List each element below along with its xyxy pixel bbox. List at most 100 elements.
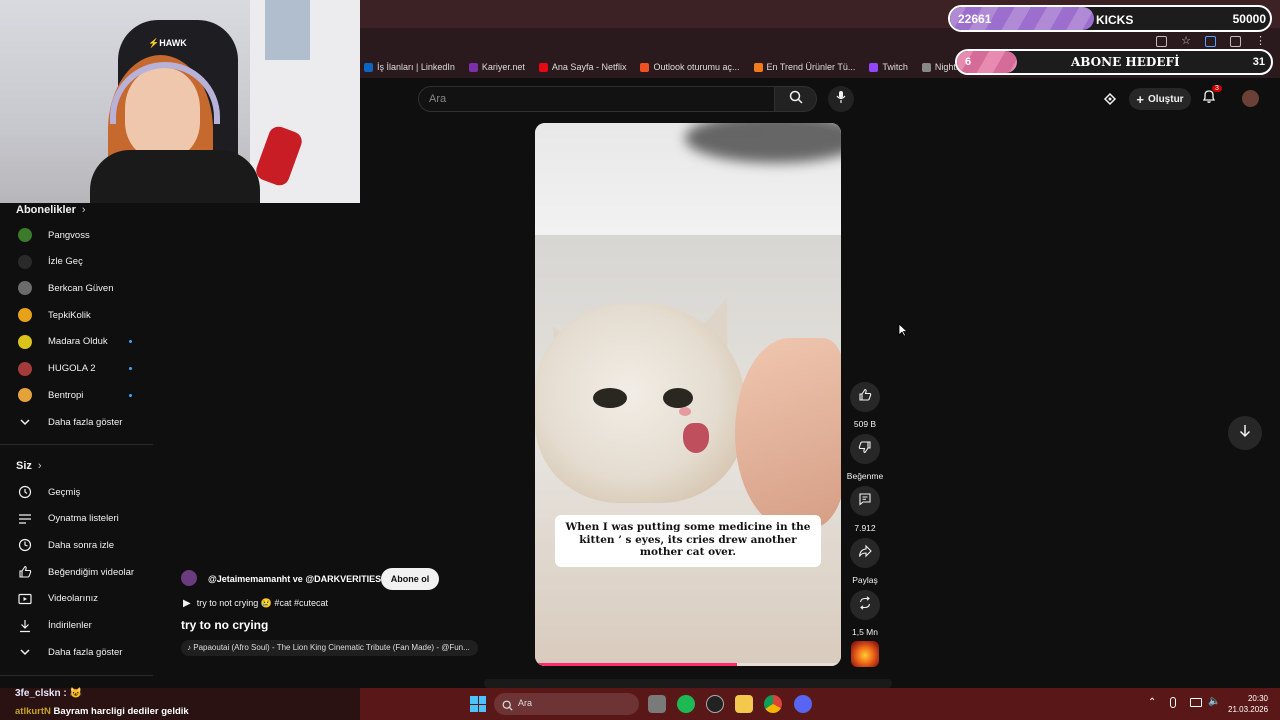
tray-chevron-up-icon[interactable]: ⌃ — [1148, 697, 1156, 708]
you-header[interactable]: Siz › — [16, 460, 42, 472]
sidebar-item-label: İzle Geç — [48, 256, 83, 268]
channel-avatar — [17, 388, 32, 403]
sidebar-subscription-item[interactable]: Pangvoss — [0, 222, 153, 248]
chevron-down-icon — [17, 415, 32, 430]
extension-icon[interactable] — [1205, 36, 1216, 47]
notifications-button[interactable]: 3 — [1201, 85, 1222, 108]
like-button[interactable] — [850, 382, 880, 412]
sidebar-item-label: İndirilenler — [48, 620, 92, 631]
chair-logo: ⚡HAWK — [148, 38, 187, 48]
task-view-icon[interactable] — [648, 695, 666, 713]
kicks-goal-bar: 22661 KICKS 50000 — [948, 5, 1272, 32]
spotify-icon[interactable] — [677, 695, 695, 713]
bookmark-item[interactable]: Kariyer.net — [468, 62, 525, 72]
search-icon — [502, 698, 513, 716]
thumbs-up-icon — [858, 388, 872, 407]
comment-icon — [858, 492, 872, 511]
sound-thumbnail[interactable] — [851, 641, 879, 667]
bookmark-item[interactable]: Outlook oturumu aç... — [640, 62, 740, 72]
search-button[interactable] — [775, 86, 817, 112]
tray-mic-icon[interactable] — [1170, 697, 1176, 708]
dislike-button[interactable] — [850, 434, 880, 464]
progress-bar[interactable] — [535, 663, 737, 666]
webcam-feed: ⚡HAWK — [0, 0, 360, 203]
channel-avatar[interactable] — [181, 570, 197, 586]
bookmark-favicon-icon — [364, 62, 373, 72]
share-action[interactable]: Paylaş — [849, 538, 881, 585]
video-description[interactable]: ▶ try to not crying 😢 #cat #cutecat — [183, 598, 328, 609]
sidebar-item-label: Videolarınız — [48, 593, 98, 605]
new-content-dot — [129, 340, 132, 344]
sidebar-you-item[interactable]: Videolarınız — [0, 586, 153, 612]
subscriptions-header[interactable]: Abonelikler › — [16, 204, 86, 216]
bookmark-item[interactable]: Ana Sayfa - Netflix — [538, 62, 627, 72]
create-post-icon[interactable] — [1102, 91, 1118, 107]
discord-icon[interactable] — [794, 695, 812, 713]
file-explorer-icon[interactable] — [735, 695, 753, 713]
sidebar-subscription-item[interactable]: Madara Olduk — [0, 329, 153, 355]
comment-action[interactable]: 7.912 — [849, 486, 881, 533]
menu-icon[interactable]: ⋮ — [1255, 36, 1266, 47]
download-icon — [17, 618, 32, 633]
bookmark-favicon-icon — [640, 62, 650, 72]
sidebar-subscription-item[interactable]: İzle Geç — [0, 249, 153, 275]
search-input[interactable]: Ara — [418, 86, 775, 112]
create-button[interactable]: + Oluştur — [1129, 88, 1191, 110]
sidebar-subscription-item[interactable]: Bentropi — [0, 382, 153, 408]
sidebar-you-item[interactable]: İndirilenler — [0, 613, 153, 639]
comment-button[interactable] — [850, 486, 880, 516]
subscriptions-title: Abonelikler — [16, 204, 76, 216]
tray-speaker-icon[interactable]: 🔈 — [1208, 696, 1220, 707]
sub-label: ABONE HEDEFİ — [1071, 55, 1180, 69]
arrow-down-icon — [1238, 424, 1252, 443]
thumbs-down-icon — [858, 440, 872, 459]
windows-start-icon[interactable] — [470, 696, 486, 712]
show-more-subscriptions[interactable]: Daha fazla göster — [0, 409, 153, 435]
show-more-you[interactable]: Daha fazla göster — [0, 639, 153, 665]
sidebar-you-item[interactable]: Oynatma listeleri — [0, 506, 153, 532]
sidebar-subscription-item[interactable]: TepkiKolik — [0, 302, 153, 328]
video-title[interactable]: try to no crying — [181, 618, 268, 632]
clock-time: 20:30 — [1247, 694, 1268, 703]
channel-avatar — [17, 361, 32, 376]
install-icon[interactable] — [1156, 36, 1168, 47]
bookmark-item[interactable]: İş İlanları | LinkedIn — [364, 62, 455, 72]
chevron-down-icon — [17, 645, 32, 660]
music-chip[interactable]: ♪ Papaoutai (Afro Soul) - The Lion King … — [181, 640, 478, 656]
sidebar-you-item[interactable]: Geçmiş — [0, 479, 153, 505]
channel-name[interactable]: @Jetaimemamanht ve @DARKVERITIES — [208, 574, 381, 584]
sidebar-subscription-item[interactable]: Berkcan Güven — [0, 275, 153, 301]
sidebar-item-label: TepkiKolik — [48, 309, 91, 321]
play-icon: ▶ — [183, 598, 191, 609]
video-icon — [17, 591, 32, 606]
bookmark-label: Ana Sayfa - Netflix — [551, 62, 627, 72]
chrome-icon[interactable] — [764, 695, 782, 713]
bookmark-item[interactable]: Twitch — [869, 62, 908, 72]
subscribe-button[interactable]: Abone ol — [381, 568, 439, 590]
next-video-button[interactable] — [1228, 416, 1262, 450]
like-action[interactable]: 509 B — [849, 382, 881, 429]
dislike-label: Beğenme — [846, 471, 884, 481]
bookmark-label: İş İlanları | LinkedIn — [377, 62, 455, 72]
share-label: Paylaş — [852, 575, 878, 585]
remix-button[interactable] — [850, 590, 880, 620]
remix-action[interactable]: 1,5 Mn — [849, 590, 881, 637]
search-icon — [789, 90, 803, 109]
account-avatar[interactable] — [1242, 90, 1259, 107]
bookmark-label: Outlook oturumu aç... — [653, 62, 740, 72]
dislike-action[interactable]: Beğenme — [847, 434, 883, 481]
sidebar-you-item[interactable]: Daha sonra izle — [0, 532, 153, 558]
github-icon[interactable] — [706, 695, 724, 713]
sidebar-subscription-item[interactable]: HUGOLA 2 — [0, 356, 153, 382]
shorts-video-player[interactable]: When I was putting some medicine in the … — [535, 123, 841, 666]
system-clock[interactable]: 20:30 21.03.2026 — [1228, 693, 1268, 715]
bookmark-item[interactable]: En Trend Ürünler Tü... — [753, 62, 855, 72]
tray-monitor-icon[interactable] — [1190, 698, 1202, 707]
taskbar-search[interactable]: Ara — [494, 693, 639, 715]
voice-search-button[interactable] — [828, 86, 854, 112]
star-icon[interactable]: ☆ — [1181, 36, 1191, 47]
puzzle-icon[interactable] — [1230, 36, 1241, 47]
sidebar-you-item[interactable]: Beğendiğim videolar — [0, 559, 153, 585]
share-button[interactable] — [850, 538, 880, 568]
video-caption: When I was putting some medicine in the … — [555, 515, 821, 567]
